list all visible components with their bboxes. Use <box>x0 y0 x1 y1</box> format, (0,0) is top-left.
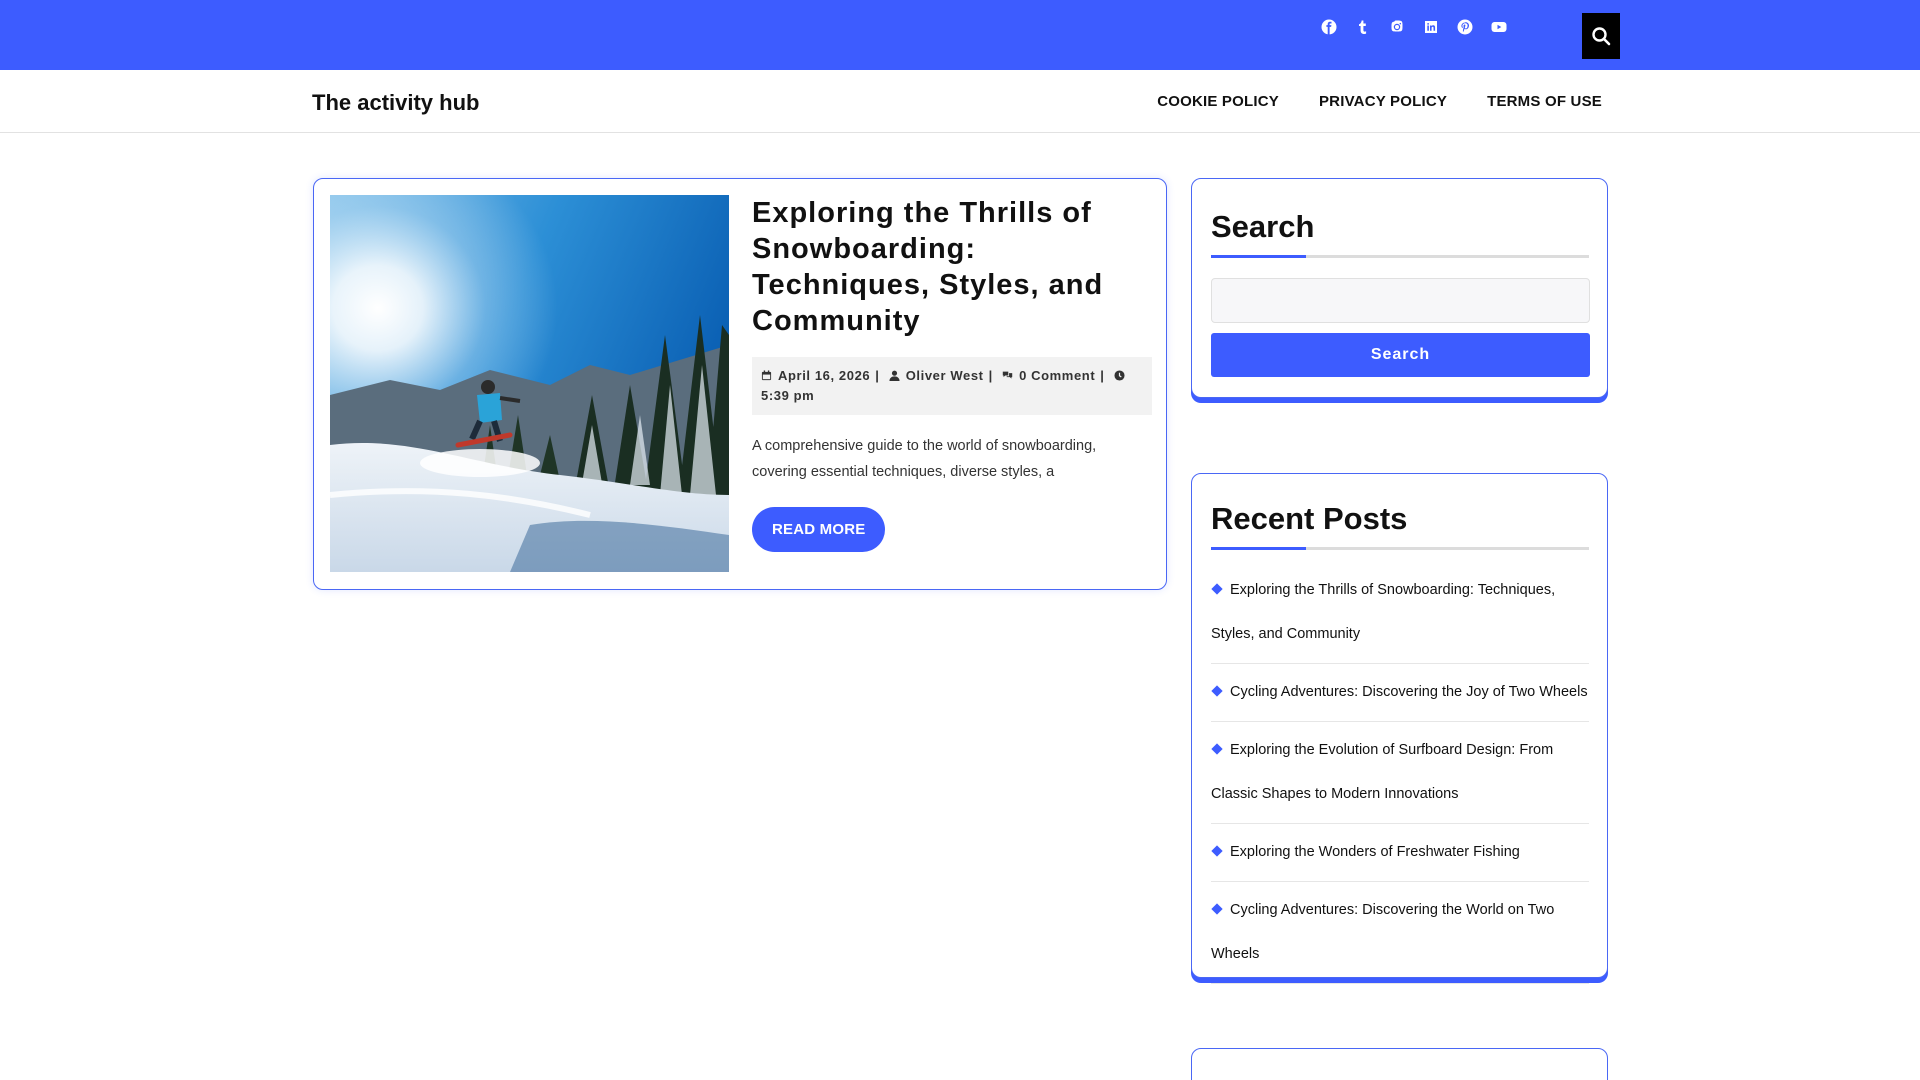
instagram-icon[interactable] <box>1380 16 1414 38</box>
recent-post-link[interactable]: Exploring the Thrills of Snowboarding: T… <box>1211 582 1555 642</box>
post-time: 5:39 pm <box>761 388 815 403</box>
post-excerpt: A comprehensive guide to the world of sn… <box>752 438 1097 480</box>
sidebar-widget-partial <box>1191 1048 1608 1080</box>
site-header: The activity hub COOKIE POLICY PRIVACY P… <box>0 70 1920 133</box>
nav-terms-of-use[interactable]: TERMS OF USE <box>1487 93 1602 110</box>
calendar-icon <box>761 368 778 383</box>
post-comments[interactable]: 0 Comment <box>1019 368 1095 383</box>
title-underline <box>1211 255 1589 258</box>
list-item: Exploring the Thrills of Snowboarding: T… <box>1211 562 1589 664</box>
site-title[interactable]: The activity hub <box>312 90 479 116</box>
list-item: Cycling Adventures: Discovering the Joy … <box>1211 664 1589 722</box>
social-links <box>1312 16 1516 38</box>
top-bar <box>0 0 1920 70</box>
post-card: Exploring the Thrills of Snowboarding: T… <box>313 178 1167 590</box>
search-widget-title: Search <box>1211 209 1315 244</box>
comments-icon <box>1002 368 1019 383</box>
tumblr-icon[interactable] <box>1346 16 1380 38</box>
diamond-bullet-icon <box>1211 685 1223 697</box>
post-body: Exploring the Thrills of Snowboarding: T… <box>752 195 1152 552</box>
main-nav: COOKIE POLICY PRIVACY POLICY TERMS OF US… <box>1157 93 1602 110</box>
youtube-icon[interactable] <box>1482 16 1516 38</box>
search-icon <box>1592 27 1611 46</box>
list-item: Cycling Adventures: Discovering the Worl… <box>1211 882 1589 984</box>
clock-icon <box>1114 368 1131 383</box>
search-submit-button[interactable]: Search <box>1211 333 1590 377</box>
list-item: Exploring the Evolution of Surfboard Des… <box>1211 722 1589 824</box>
read-more-button[interactable]: READ MORE <box>752 507 886 552</box>
nav-privacy-policy[interactable]: PRIVACY POLICY <box>1319 93 1447 110</box>
pinterest-icon[interactable] <box>1448 16 1482 38</box>
recent-post-link[interactable]: Cycling Adventures: Discovering the Joy … <box>1230 684 1588 700</box>
recent-post-link[interactable]: Cycling Adventures: Discovering the Worl… <box>1211 902 1554 962</box>
header-search-button[interactable] <box>1582 13 1620 59</box>
diamond-bullet-icon <box>1211 845 1223 857</box>
user-icon <box>889 368 906 383</box>
nav-cookie-policy[interactable]: COOKIE POLICY <box>1157 93 1279 110</box>
recent-posts-list: Exploring the Thrills of Snowboarding: T… <box>1211 562 1589 984</box>
recent-post-link[interactable]: Exploring the Wonders of Freshwater Fish… <box>1230 844 1520 860</box>
diamond-bullet-icon <box>1211 743 1223 755</box>
search-widget: Search Search <box>1191 178 1608 398</box>
post-image-snowboarder[interactable] <box>330 195 729 572</box>
list-item: Exploring the Wonders of Freshwater Fish… <box>1211 824 1589 882</box>
linkedin-icon[interactable] <box>1414 16 1448 38</box>
diamond-bullet-icon <box>1211 583 1223 595</box>
recent-posts-widget: Recent Posts Exploring the Thrills of Sn… <box>1191 473 1608 984</box>
search-input[interactable] <box>1211 278 1590 323</box>
title-underline <box>1211 547 1589 550</box>
post-date[interactable]: April 16, 2026 <box>778 368 870 383</box>
post-title[interactable]: Exploring the Thrills of Snowboarding: T… <box>752 195 1152 339</box>
diamond-bullet-icon <box>1211 903 1223 915</box>
post-meta: April 16, 2026 | Oliver West | 0 Comment | … <box>752 357 1152 415</box>
facebook-icon[interactable] <box>1312 16 1346 38</box>
recent-post-link[interactable]: Exploring the Evolution of Surfboard Des… <box>1211 742 1553 802</box>
post-author[interactable]: Oliver West <box>906 368 984 383</box>
recent-posts-title: Recent Posts <box>1211 501 1408 536</box>
